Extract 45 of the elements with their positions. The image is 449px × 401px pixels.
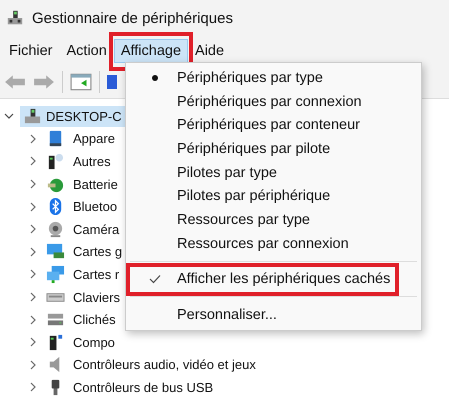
expand-chevron-icon[interactable]: [28, 314, 38, 325]
tree-item[interactable]: Claviers: [73, 290, 120, 305]
expand-chevron-icon[interactable]: [28, 224, 38, 234]
expand-chevron-icon[interactable]: [28, 269, 38, 280]
tree-item[interactable]: Batterie: [73, 176, 118, 192]
expand-chevron-icon[interactable]: [28, 134, 38, 144]
tree-item[interactable]: Appare: [73, 131, 115, 146]
tree-item[interactable]: Bluetoo: [73, 199, 118, 214]
menu-option[interactable]: Périphériques par pilote: [126, 137, 421, 161]
network-monitors-icon: [46, 264, 65, 284]
expand-chevron-icon[interactable]: [28, 337, 38, 348]
collapse-chevron-icon[interactable]: [4, 111, 14, 122]
expand-chevron-icon[interactable]: [28, 202, 38, 212]
menu-item[interactable]: Affichage: [114, 39, 188, 63]
window-panel-icon[interactable]: [70, 73, 92, 91]
tree-item[interactable]: Cartes g: [73, 244, 122, 260]
menu-option[interactable]: Ressources par type: [126, 208, 421, 232]
computer-icon: [23, 106, 42, 126]
tree-item[interactable]: Clichés: [73, 312, 116, 328]
menu-item[interactable]: Action: [60, 39, 114, 63]
menu-option[interactable]: Périphériques par conteneur: [126, 113, 421, 138]
expand-chevron-icon[interactable]: [28, 360, 38, 370]
tree-item[interactable]: DESKTOP-C: [20, 106, 125, 127]
tree-item[interactable]: Autres: [73, 154, 111, 169]
menu-option[interactable]: Périphériques par connexion: [126, 90, 421, 114]
tree-item[interactable]: Caméra: [73, 222, 120, 237]
webcam-icon: [46, 220, 65, 239]
expand-chevron-icon[interactable]: [28, 179, 38, 190]
expand-chevron-icon[interactable]: [28, 382, 38, 392]
tree-item[interactable]: Contrôleurs audio, vidéo et jeux: [73, 357, 256, 372]
window-title: Gestionnaire de périphériques: [32, 10, 233, 26]
expand-chevron-icon[interactable]: [28, 292, 38, 302]
expand-chevron-icon[interactable]: [28, 156, 38, 166]
menu-option[interactable]: Afficher les périphériques cachés: [126, 268, 421, 292]
menu-option[interactable]: Ressources par connexion: [126, 232, 421, 256]
menu-option[interactable]: Pilotes par périphérique: [126, 184, 421, 208]
tree-item[interactable]: Compo: [73, 334, 115, 350]
menu-item[interactable]: Aide: [188, 39, 232, 63]
menu-option[interactable]: Pilotes par type: [126, 160, 421, 184]
tree-item[interactable]: Cartes r: [73, 266, 120, 282]
expand-chevron-icon[interactable]: [28, 246, 38, 257]
menu-option[interactable]: Personnaliser...: [126, 303, 421, 327]
computer-icon: [6, 9, 24, 27]
menu-item[interactable]: Fichier: [2, 39, 60, 63]
tree-item[interactable]: Contrôleurs de bus USB: [73, 380, 214, 395]
